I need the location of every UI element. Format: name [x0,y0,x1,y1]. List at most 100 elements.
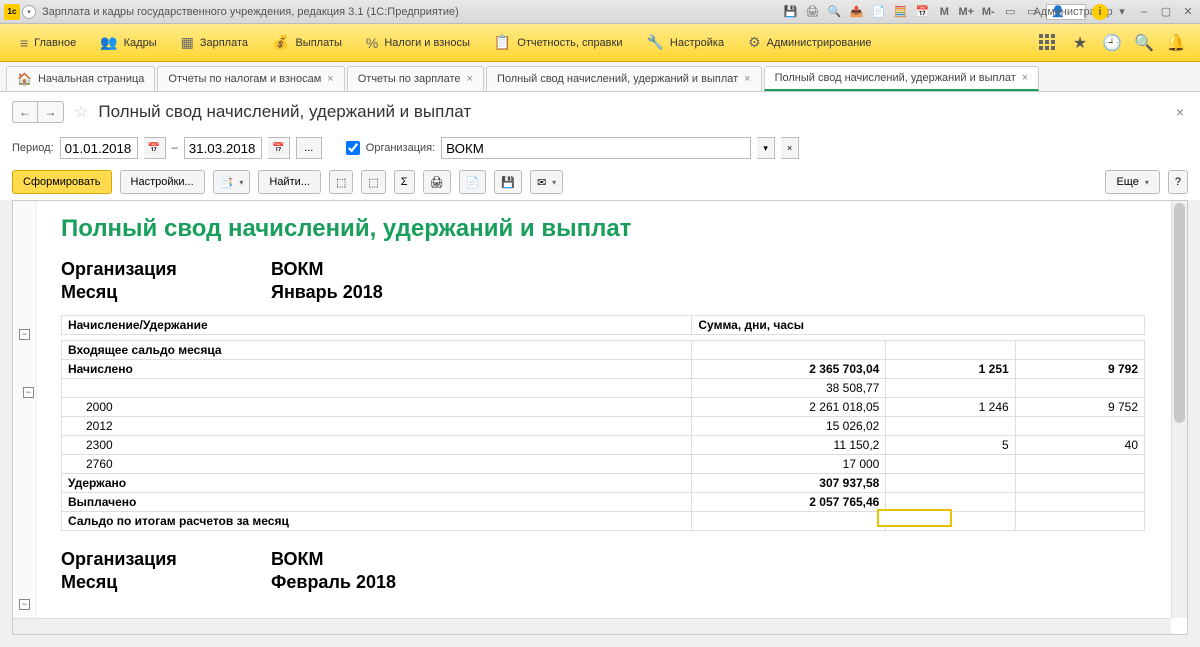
table-icon: ▦ [181,34,194,51]
report-content[interactable]: Полный свод начислений, удержаний и выпл… [37,201,1169,634]
generate-button[interactable]: Сформировать [12,170,112,194]
zoom-normal-icon[interactable]: M [936,4,952,20]
search-icon[interactable]: 🔍 [1132,31,1156,55]
calc-icon[interactable]: 🧮 [892,4,908,20]
info-icon[interactable]: i [1092,4,1108,20]
print-button[interactable]: 🖨 [423,170,451,194]
month-label: Месяц [61,282,271,303]
home-icon: 🏠 [17,72,32,86]
favorite-icon[interactable]: ★ [1068,31,1092,55]
bell-icon[interactable]: 🔔 [1164,31,1188,55]
org-label: Организация: [366,142,435,154]
close-icon[interactable]: × [1022,72,1028,84]
sum-button[interactable]: Σ [394,170,415,194]
col-header: Сумма, дни, часы [692,316,1145,335]
period-more-button[interactable]: ... [296,137,322,159]
document-tabs: 🏠Начальная страница Отчеты по налогам и … [0,62,1200,92]
user-button[interactable]: 👤 Администратор [1046,4,1086,20]
month-value: Январь 2018 [271,282,383,303]
apps-grid-icon[interactable] [1036,31,1060,55]
menu-main[interactable]: ≡Главное [8,24,88,62]
menu-reports[interactable]: 📋Отчетность, справки [482,24,635,62]
tab-home[interactable]: 🏠Начальная страница [6,66,155,91]
nav-back-button[interactable]: ← [12,101,38,123]
org-input[interactable] [441,137,751,159]
list-icon: ≡ [20,35,28,51]
row-label: Входящее сальдо месяца [62,341,692,360]
titlebar: 1c ▾ Зарплата и кадры государственного у… [0,0,1200,24]
nav-forward-button[interactable]: → [38,101,64,123]
panel1-icon[interactable]: ▭ [1002,4,1018,20]
page-header: ← → ☆ Полный свод начислений, удержаний … [0,92,1200,132]
save-button[interactable]: 💾 [494,170,522,194]
org-clear-button[interactable]: × [781,137,799,159]
collapse-button[interactable]: ⬚ [361,170,385,194]
close-icon[interactable]: × [467,73,473,85]
find-button[interactable]: Найти... [258,170,321,194]
date-from-picker[interactable]: 📅 [144,137,166,159]
menu-admin[interactable]: ⚙Администрирование [736,24,883,62]
org-label: Организация [61,259,271,280]
toolbar: Сформировать Настройки... 📑▾ Найти... ⬚ … [0,164,1200,200]
date-to-picker[interactable]: 📅 [268,137,290,159]
preview-icon[interactable]: 🔍 [826,4,842,20]
zoom-in-icon[interactable]: M+ [958,4,974,20]
outline-collapse-1[interactable]: − [19,329,30,340]
report-area: − − − Полный свод начислений, удержаний … [12,200,1188,635]
outline-collapse-2[interactable]: − [23,387,34,398]
maximize-icon[interactable]: ▢ [1158,4,1174,20]
money-icon: 💰 [272,34,289,51]
app-logo-icon: 1c [4,4,20,20]
window-title: Зарплата и кадры государственного учрежд… [42,6,782,18]
tab-summary-2[interactable]: Полный свод начислений, удержаний и выпл… [764,66,1040,91]
close-icon[interactable]: × [744,73,750,85]
wrench-icon: 🔧 [646,34,663,51]
vertical-scrollbar[interactable] [1171,201,1187,618]
percent-icon: % [366,35,378,51]
zoom-out-icon[interactable]: M- [980,4,996,20]
app-menu-dropdown[interactable]: ▾ [22,5,36,19]
menu-taxes[interactable]: %Налоги и взносы [354,24,482,62]
help-button[interactable]: ? [1168,170,1188,194]
history-icon[interactable]: 🕘 [1100,31,1124,55]
date-to-input[interactable] [184,137,262,159]
tab-salary-reports[interactable]: Отчеты по зарплате× [347,66,484,91]
menu-payments[interactable]: 💰Выплаты [260,24,354,62]
calendar-icon[interactable]: 📅 [914,4,930,20]
mail-button[interactable]: ✉▾ [530,170,563,194]
save-icon[interactable]: 💾 [782,4,798,20]
org-checkbox[interactable] [346,141,360,155]
expand-button[interactable]: ⬚ [329,170,353,194]
report-table: Начисление/УдержаниеСумма, дни, часы Вхо… [61,315,1145,531]
main-menu: ≡Главное 👥Кадры ▦Зарплата 💰Выплаты %Нало… [0,24,1200,62]
page-title: Полный свод начислений, удержаний и выпл… [98,102,471,122]
print-icon[interactable]: 🖨 [804,4,820,20]
date-from-input[interactable] [60,137,138,159]
close-page-icon[interactable]: × [1172,100,1188,124]
variants-button[interactable]: 📑▾ [213,170,251,194]
more-button[interactable]: Еще▾ [1105,170,1159,194]
export-icon[interactable]: 📄 [870,4,886,20]
doc-button[interactable]: 📄 [459,170,487,194]
menu-settings[interactable]: 🔧Настройка [634,24,736,62]
tab-summary-1[interactable]: Полный свод начислений, удержаний и выпл… [486,66,762,91]
col-header: Начисление/Удержание [62,316,692,335]
org-value: ВОКМ [271,259,324,280]
dropdown-icon[interactable]: ▾ [1114,4,1130,20]
compare-icon[interactable]: 📤 [848,4,864,20]
row-label: Начислено [62,360,692,379]
horizontal-scrollbar[interactable] [13,618,1171,634]
tab-tax-reports[interactable]: Отчеты по налогам и взносам× [157,66,344,91]
org-dropdown-button[interactable]: ▾ [757,137,775,159]
period-label: Период: [12,142,54,154]
settings-button[interactable]: Настройки... [120,170,205,194]
gear-icon: ⚙ [748,34,761,51]
outline-collapse-3[interactable]: − [19,599,30,610]
minimize-icon[interactable]: – [1136,4,1152,20]
close-window-icon[interactable]: ✕ [1180,4,1196,20]
menu-salary[interactable]: ▦Зарплата [169,24,260,62]
menu-staff[interactable]: 👥Кадры [88,24,168,62]
favorite-star-icon[interactable]: ☆ [74,102,88,122]
selected-cell[interactable] [877,509,952,527]
close-icon[interactable]: × [327,73,333,85]
